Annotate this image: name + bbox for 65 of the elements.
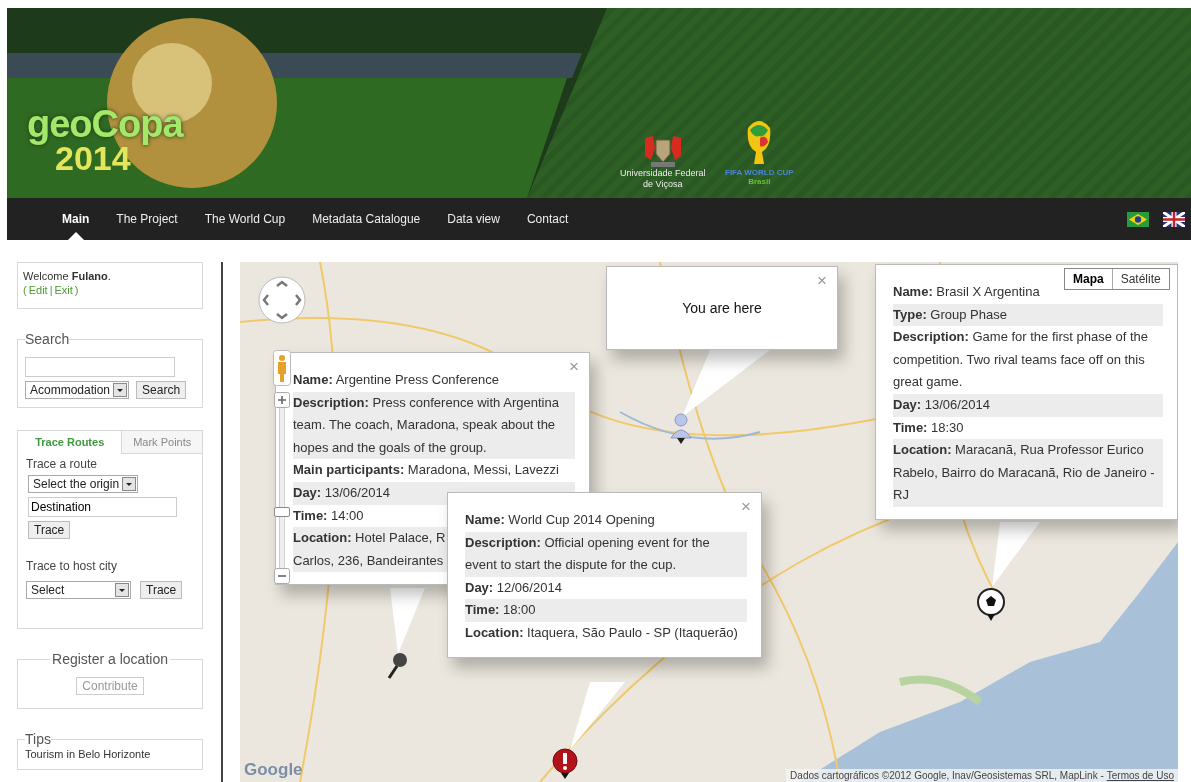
- cup-country: Brasil: [748, 177, 771, 186]
- soccer-ball-marker-icon[interactable]: [977, 588, 1005, 622]
- destination-input[interactable]: Destination: [28, 497, 177, 517]
- info-field: Description: Game for the first phase of the competition. Two rival teams face off on this great game.: [893, 329, 1149, 390]
- separator-text: |: [49, 284, 53, 296]
- tip-link[interactable]: Tourism in Belo Horizonte: [25, 748, 151, 760]
- caret-icon: [115, 583, 129, 597]
- info-field: Name: Argentine Press Conference: [293, 372, 499, 387]
- paren-text: (: [23, 284, 27, 296]
- info-field: Main participants: Maradona, Messi, Lavezzi: [293, 462, 559, 478]
- university-name: Universidade Federal: [620, 168, 706, 179]
- nav-link[interactable]: Data view: [447, 198, 500, 240]
- info-field: Location: Hotel Palace, R Carlos, 236, Bandeirantes: [293, 530, 446, 568]
- zoom-in-icon[interactable]: [274, 392, 290, 408]
- edit-link[interactable]: Edit: [28, 284, 48, 296]
- tips-legend: Tips: [25, 731, 51, 747]
- paren-text: ): [74, 284, 79, 296]
- popup-tail: [390, 588, 425, 654]
- attribution-text: Dados cartográficos ©2012 Google, Inav/Geosistemas SRL, MapLink -: [790, 770, 1104, 781]
- map-type-button[interactable]: Satélite: [1111, 269, 1169, 289]
- caret-icon: [122, 477, 137, 491]
- university-name: de Viçosa: [643, 179, 683, 190]
- terms-link[interactable]: Termos de Uso: [1106, 770, 1174, 781]
- search-input[interactable]: [25, 357, 175, 377]
- register-legend: Register a location: [50, 651, 170, 667]
- trace-button[interactable]: Trace: [140, 581, 183, 599]
- host-city-dropdown[interactable]: Select: [26, 581, 131, 599]
- info-field: Day: 12/06/2014: [465, 579, 562, 595]
- site-logo-year: 2014: [55, 142, 131, 175]
- person-marker-icon[interactable]: [669, 412, 693, 446]
- category-dropdown[interactable]: Acommodation: [25, 381, 130, 399]
- alert-marker-icon[interactable]: [552, 748, 578, 780]
- panel-tab[interactable]: Mark Points: [121, 431, 202, 454]
- trace-route-label: Trace a route: [26, 457, 97, 471]
- brazil-flag-icon[interactable]: [1127, 211, 1149, 227]
- info-field: Time: 18:00: [465, 602, 536, 618]
- info-field: Time: 14:00: [293, 507, 364, 523]
- google-logo: Google: [244, 760, 303, 780]
- popup-tail: [992, 522, 1040, 587]
- pan-control-icon[interactable]: [258, 276, 306, 324]
- origin-dropdown[interactable]: Select the origin: [28, 475, 139, 493]
- nav-link[interactable]: Contact: [526, 198, 569, 240]
- cup-title: FIFA WORLD CUP: [725, 168, 794, 177]
- map-type-button[interactable]: Mapa: [1065, 269, 1112, 289]
- nav-link[interactable]: Metadata Catalogue: [312, 198, 421, 240]
- host-city-label: Trace to host city: [26, 559, 117, 573]
- welcome-text: Welcome Fulano.: [23, 270, 112, 282]
- zoom-out-icon[interactable]: [274, 568, 290, 584]
- zoom-slider-thumb[interactable]: [274, 507, 290, 517]
- uk-flag-icon[interactable]: [1163, 211, 1185, 227]
- nav-link[interactable]: The Project: [116, 198, 178, 240]
- info-field: Name: World Cup 2014 Opening: [465, 512, 655, 527]
- popup-tail: [570, 682, 625, 750]
- nav-link[interactable]: Main: [62, 198, 90, 240]
- zoom-slider[interactable]: [274, 408, 290, 568]
- exit-link[interactable]: Exit: [54, 284, 73, 296]
- info-field: Location: Itaquera, São Paulo - SP (Itaquerão): [465, 624, 738, 640]
- trace-button[interactable]: Trace: [28, 521, 71, 539]
- search-legend: Search: [25, 331, 70, 347]
- nav-link[interactable]: The World Cup: [204, 198, 286, 240]
- search-button[interactable]: Search: [136, 381, 187, 399]
- info-field: Time: 18:30: [893, 419, 964, 435]
- info-field: Name: Brasil X Argentina: [893, 284, 1040, 299]
- caret-icon: [113, 383, 128, 397]
- you-are-here-text: You are here: [682, 300, 762, 316]
